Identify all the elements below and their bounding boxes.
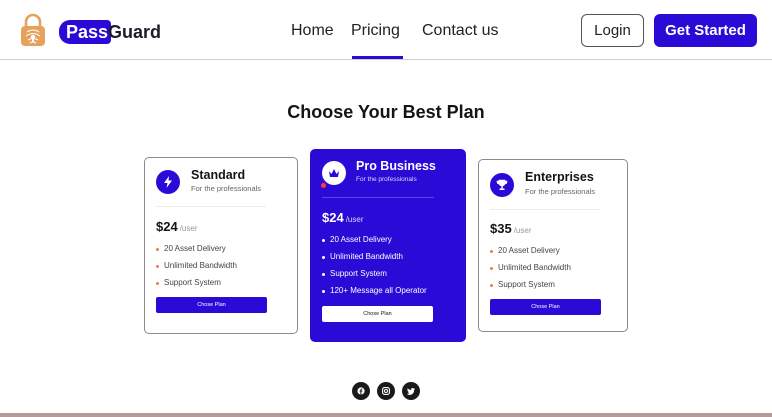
plan-card-pro-business: Pro Business For the professionals $24/u…	[310, 149, 466, 342]
plan-card-standard: Standard For the professionals $24/user …	[144, 157, 298, 334]
nav-pricing[interactable]: Pricing	[351, 22, 400, 40]
bullet-dot	[322, 239, 325, 242]
twitter-icon[interactable]	[402, 382, 420, 400]
brand-pass: Pass	[66, 22, 109, 42]
feature-item: Support System	[330, 269, 387, 278]
feature-item: Unlimited Bandwidth	[330, 252, 403, 261]
plan-price: $24/user	[156, 219, 198, 234]
bullet-dot	[322, 290, 325, 293]
feature-item: Support System	[498, 280, 555, 289]
padlock-fingerprint-icon	[21, 13, 45, 46]
get-started-button[interactable]: Get Started	[654, 14, 757, 47]
choose-plan-button[interactable]: Chose Plan	[156, 297, 267, 313]
plan-subtitle: For the professionals	[191, 184, 262, 193]
price-unit: /user	[513, 226, 532, 235]
plan-subtitle: For the professionals	[525, 187, 596, 196]
bottom-border	[0, 413, 772, 417]
price-amount: $24	[156, 219, 178, 234]
bullet-dot	[322, 256, 325, 259]
feature-item: Support System	[164, 278, 221, 287]
login-button[interactable]: Login	[581, 14, 644, 47]
bullet-dot	[322, 273, 325, 276]
plan-price: $35/user	[490, 221, 532, 236]
plan-name: Pro Business	[356, 159, 436, 173]
card-divider	[156, 206, 266, 207]
bullet-dot	[490, 250, 493, 253]
plan-name: Enterprises	[525, 170, 594, 184]
facebook-icon[interactable]	[352, 382, 370, 400]
feature-item: 20 Asset Delivery	[164, 244, 226, 253]
bullet-dot	[156, 282, 159, 285]
nav-contact[interactable]: Contact us	[422, 22, 498, 40]
section-title: Choose Your Best Plan	[287, 102, 485, 122]
feature-item: Unlimited Bandwidth	[498, 263, 571, 272]
feature-item: 20 Asset Delivery	[498, 246, 560, 255]
choose-plan-button[interactable]: Chose Plan	[490, 299, 601, 315]
crown-icon	[322, 161, 346, 185]
plan-price: $24/user	[322, 210, 364, 225]
site-header: Pass Guard Home Pricing Contact us Login…	[0, 0, 772, 60]
bullet-dot	[156, 265, 159, 268]
card-divider	[490, 209, 600, 210]
instagram-icon[interactable]	[377, 382, 395, 400]
feature-item: Unlimited Bandwidth	[164, 261, 237, 270]
price-amount: $35	[490, 221, 512, 236]
price-unit: /user	[179, 224, 198, 233]
price-amount: $24	[322, 210, 344, 225]
card-divider	[322, 197, 434, 198]
trophy-icon	[490, 173, 514, 197]
price-unit: /user	[345, 215, 364, 224]
bullet-dot	[490, 267, 493, 270]
lightning-icon	[156, 170, 180, 194]
notification-dot	[321, 183, 326, 188]
feature-item: 20 Asset Delivery	[330, 235, 392, 244]
brand-guard: Guard	[108, 22, 162, 42]
plan-subtitle: For the professionals	[356, 176, 417, 183]
bullet-dot	[156, 248, 159, 251]
plan-card-enterprises: Enterprises For the professionals $35/us…	[478, 159, 628, 332]
plan-name: Standard	[191, 168, 246, 182]
nav-home[interactable]: Home	[291, 22, 334, 40]
bullet-dot	[490, 284, 493, 287]
feature-item: 120+ Message all Operator	[330, 286, 427, 295]
choose-plan-button[interactable]: Chose Plan	[322, 306, 433, 322]
nav-active-indicator	[352, 56, 403, 59]
